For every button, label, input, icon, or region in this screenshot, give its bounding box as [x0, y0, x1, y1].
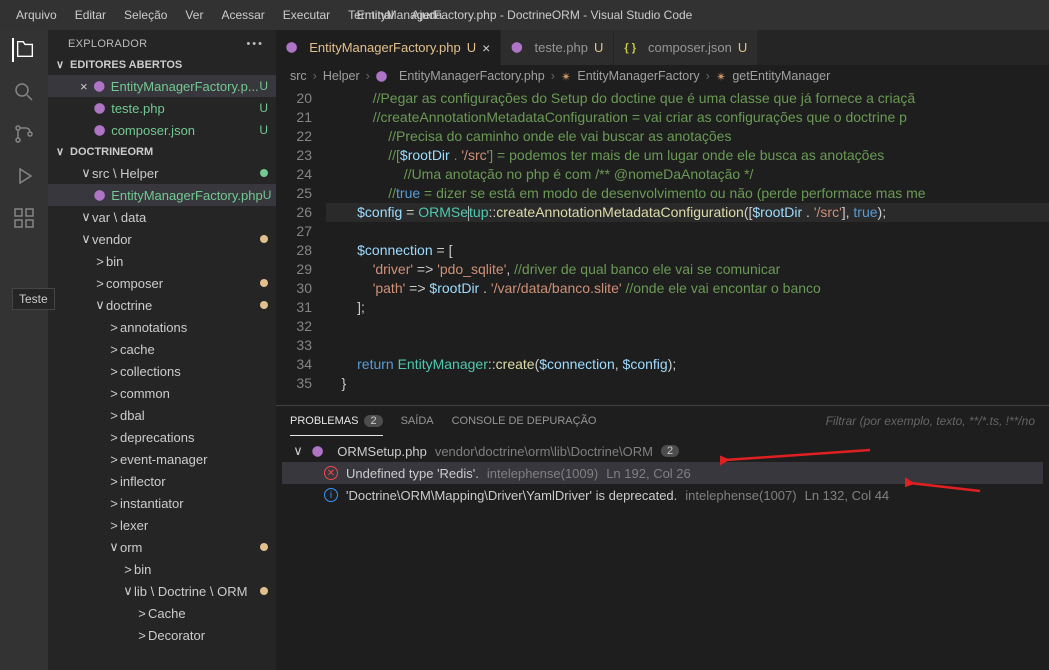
folder-item[interactable]: ∨orm [48, 536, 276, 558]
problem-item[interactable]: i'Doctrine\ORM\Mapping\Driver\YamlDriver… [282, 484, 1043, 506]
folder-item[interactable]: >bin [48, 250, 276, 272]
project-header[interactable]: ∨DOCTRINEORM [48, 141, 276, 162]
menu-item[interactable]: Acessar [213, 4, 272, 26]
folder-item[interactable]: >collections [48, 360, 276, 382]
open-editor-item[interactable]: ⬤composer.jsonU [48, 119, 276, 141]
open-editor-item[interactable]: ⬤teste.phpU [48, 97, 276, 119]
sidebar-title: EXPLORADOR [68, 38, 147, 50]
open-editors-header[interactable]: ∨EDITORES ABERTOS [48, 54, 276, 75]
editor-tab[interactable]: ⬤teste.php U [501, 30, 614, 65]
extensions-icon[interactable] [12, 206, 36, 230]
open-editor-item[interactable]: ×⬤EntityManagerFactory.p...U [48, 75, 276, 97]
folder-item[interactable]: >Cache [48, 602, 276, 624]
code-editor[interactable]: 20212223242526272829303132333435 //Pegar… [276, 87, 1049, 405]
tab-output[interactable]: SAÍDA [401, 415, 434, 427]
menu-item[interactable]: Ver [177, 4, 211, 26]
source-control-icon[interactable] [12, 122, 36, 146]
folder-item[interactable]: ∨src \ Helper [48, 162, 276, 184]
menu-item[interactable]: Seleção [116, 4, 175, 26]
editor-tab[interactable]: { }composer.json U [614, 30, 758, 65]
explorer-icon[interactable] [12, 38, 36, 62]
close-icon[interactable]: × [482, 40, 490, 56]
debug-icon[interactable] [12, 164, 36, 188]
folder-item[interactable]: >cache [48, 338, 276, 360]
bottom-panel: PROBLEMAS2 SAÍDA CONSOLE DE DEPURAÇÃO Fi… [276, 405, 1049, 670]
tab-problems[interactable]: PROBLEMAS2 [290, 406, 383, 436]
search-icon[interactable] [12, 80, 36, 104]
folder-item[interactable]: >inflector [48, 470, 276, 492]
editor-tabs: ⬤EntityManagerFactory.php U ×⬤teste.php … [276, 30, 1049, 65]
folder-item[interactable]: >instantiator [48, 492, 276, 514]
folder-item[interactable]: >common [48, 382, 276, 404]
activity-bar [0, 30, 48, 670]
explorer-sidebar: EXPLORADOR ••• ∨EDITORES ABERTOS ×⬤Entit… [48, 30, 276, 670]
more-icon[interactable]: ••• [246, 38, 264, 50]
hover-tooltip: Teste [12, 288, 55, 310]
editor-group: ⬤EntityManagerFactory.php U ×⬤teste.php … [276, 30, 1049, 670]
menu-bar: Arquivo Editar Seleção Ver Acessar Execu… [0, 0, 1049, 30]
folder-item[interactable]: >lexer [48, 514, 276, 536]
folder-item[interactable]: >deprecations [48, 426, 276, 448]
folder-item[interactable]: ∨vendor [48, 228, 276, 250]
folder-item[interactable]: >bin [48, 558, 276, 580]
folder-item[interactable]: >dbal [48, 404, 276, 426]
folder-item[interactable]: >composer [48, 272, 276, 294]
menu-item[interactable]: Executar [275, 4, 338, 26]
problems-filter[interactable]: Filtrar (por exemplo, texto, **/*.ts, !*… [826, 414, 1035, 428]
folder-item[interactable]: ∨doctrine [48, 294, 276, 316]
error-icon: ✕ [324, 466, 338, 480]
folder-item[interactable]: >Decorator [48, 624, 276, 646]
folder-item[interactable]: >annotations [48, 316, 276, 338]
problem-file-row[interactable]: ∨⬤ ORMSetup.php vendor\doctrine\orm\lib\… [282, 440, 1043, 462]
menu-item[interactable]: Ajuda [404, 4, 451, 26]
file-item[interactable]: ⬤EntityManagerFactory.phpU [48, 184, 276, 206]
problem-item[interactable]: ✕Undefined type 'Redis'. intelephense(10… [282, 462, 1043, 484]
info-icon: i [324, 488, 338, 502]
editor-tab[interactable]: ⬤EntityManagerFactory.php U × [276, 30, 501, 65]
breadcrumb[interactable]: src› Helper› ⬤EntityManagerFactory.php› … [276, 65, 1049, 87]
folder-item[interactable]: >event-manager [48, 448, 276, 470]
folder-item[interactable]: ∨lib \ Doctrine \ ORM [48, 580, 276, 602]
menu-item[interactable]: Editar [67, 4, 114, 26]
menu-item[interactable]: Terminal [340, 4, 401, 26]
menu-item[interactable]: Arquivo [8, 4, 65, 26]
folder-item[interactable]: ∨var \ data [48, 206, 276, 228]
tab-debug-console[interactable]: CONSOLE DE DEPURAÇÃO [452, 415, 597, 427]
